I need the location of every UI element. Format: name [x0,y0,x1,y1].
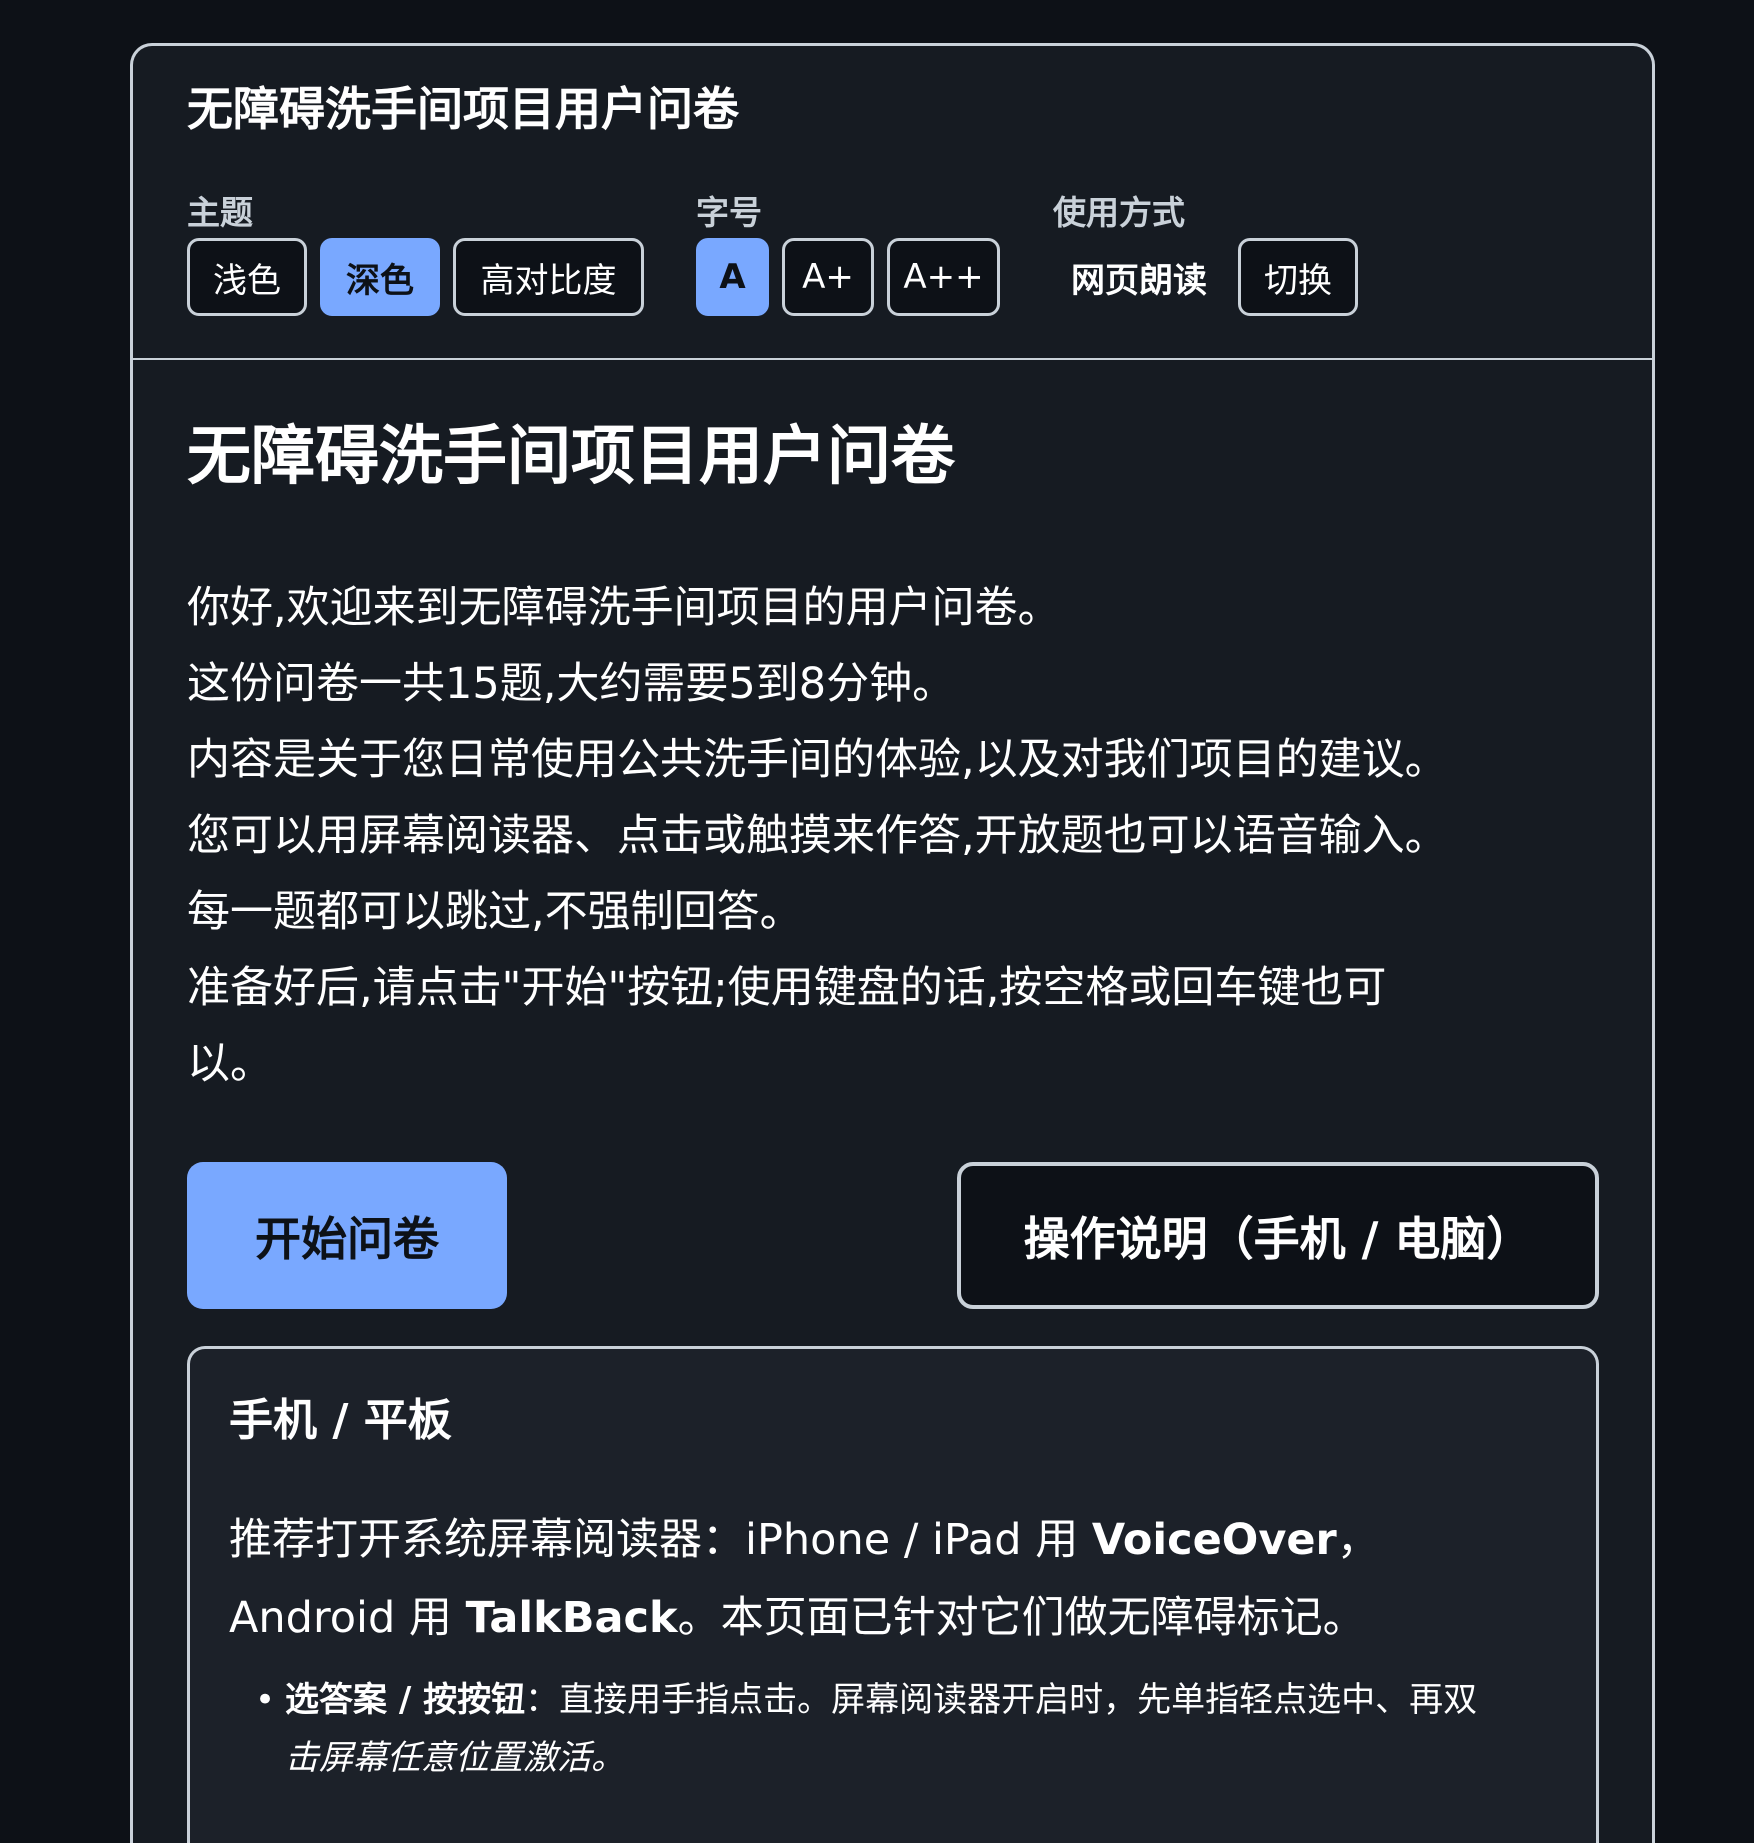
font-size-xlarge-button[interactable]: A++ [887,238,1000,316]
main-content: 无障碍洗手间项目用户问卷 你好,欢迎来到无障碍洗手间项目的用户问卷。 这份问卷一… [133,360,1652,1843]
theme-label: 主题 [187,193,253,232]
font-size-group: 字号 A A+ A++ [696,196,1000,316]
usage-group: 使用方式 网页朗读 切换 [1053,196,1358,316]
usage-toggle-button[interactable]: 切换 [1238,238,1358,316]
theme-high-contrast-button[interactable]: 高对比度 [453,238,644,316]
toolbar-title: 无障碍洗手间项目用户问卷 [187,82,739,136]
intro-line: 准备好后,请点击"开始"按钮;使用键盘的话,按空格或回车键也可 [187,963,1387,1014]
intro-text: 你好,欢迎来到无障碍洗手间项目的用户问卷。 这份问卷一共15题,大约需要5到8分… [187,570,1598,1102]
list-item-heading: 选答案 / 按按钮 [285,1680,526,1721]
instructions-body: 推荐打开系统屏幕阅读器：iPhone / iPad 用 VoiceOver， A… [229,1501,1596,1787]
theme-light-button[interactable]: 浅色 [187,238,307,316]
theme-dark-button[interactable]: 深色 [320,238,440,316]
font-size-label: 字号 [696,193,762,232]
usage-label: 使用方式 [1053,193,1185,232]
text-span: 推荐打开系统屏幕阅读器：iPhone / iPad 用 [229,1515,1092,1566]
instructions-paragraph: Android 用 TalkBack。本页面已针对它们做无障碍标记。 [229,1579,1596,1657]
intro-line: 你好,欢迎来到无障碍洗手间项目的用户问卷。 [187,583,1061,634]
text-span: 。本页面已针对它们做无障碍标记。 [677,1593,1366,1644]
page-title: 无障碍洗手间项目用户问卷 [187,420,955,494]
instructions-list: • 选答案 / 按按钮：直接用手指点击。屏幕阅读器开启时，先单指轻点选中、再双 … [229,1671,1596,1787]
survey-card: 无障碍洗手间项目用户问卷 主题 浅色 深色 高对比度 字号 A A+ A++ 使… [130,43,1655,1843]
intro-line: 您可以用屏幕阅读器、点击或触摸来作答,开放题也可以语音输入。 [187,811,1448,862]
list-item: • 选答案 / 按按钮：直接用手指点击。屏幕阅读器开启时，先单指轻点选中、再双 … [255,1671,1596,1787]
text-span: Android 用 [229,1593,466,1644]
action-buttons: 开始问卷 操作说明（手机 / 电脑） [187,1162,1599,1310]
list-item-text: 击屏幕任意位置激活。 [285,1738,625,1779]
intro-line: 这份问卷一共15题,大约需要5到8分钟。 [187,659,956,710]
settings-toolbar: 无障碍洗手间项目用户问卷 主题 浅色 深色 高对比度 字号 A A+ A++ 使… [133,46,1652,360]
instructions-panel: 手机 / 平板 推荐打开系统屏幕阅读器：iPhone / iPad 用 Voic… [187,1346,1599,1843]
instructions-button[interactable]: 操作说明（手机 / 电脑） [957,1162,1599,1310]
font-size-normal-button[interactable]: A [696,238,769,316]
intro-line: 内容是关于您日常使用公共洗手间的体验,以及对我们项目的建议。 [187,735,1448,786]
voiceover-name: VoiceOver [1091,1515,1337,1566]
instructions-section-title: 手机 / 平板 [229,1395,452,1447]
list-item-text: ：直接用手指点击。屏幕阅读器开启时，先单指轻点选中、再双 [525,1680,1478,1721]
font-size-large-button[interactable]: A+ [782,238,874,316]
bullet-icon: • [255,1680,276,1721]
talkback-name: TalkBack [465,1593,678,1644]
usage-current-mode: 网页朗读 [1071,260,1207,301]
start-survey-button[interactable]: 开始问卷 [187,1162,507,1310]
theme-group: 主题 浅色 深色 高对比度 [187,196,644,316]
instructions-paragraph: 推荐打开系统屏幕阅读器：iPhone / iPad 用 VoiceOver， [229,1501,1596,1579]
text-span: ， [1336,1515,1380,1566]
intro-line: 每一题都可以跳过,不强制回答。 [187,887,803,938]
intro-line: 以。 [187,1039,273,1090]
